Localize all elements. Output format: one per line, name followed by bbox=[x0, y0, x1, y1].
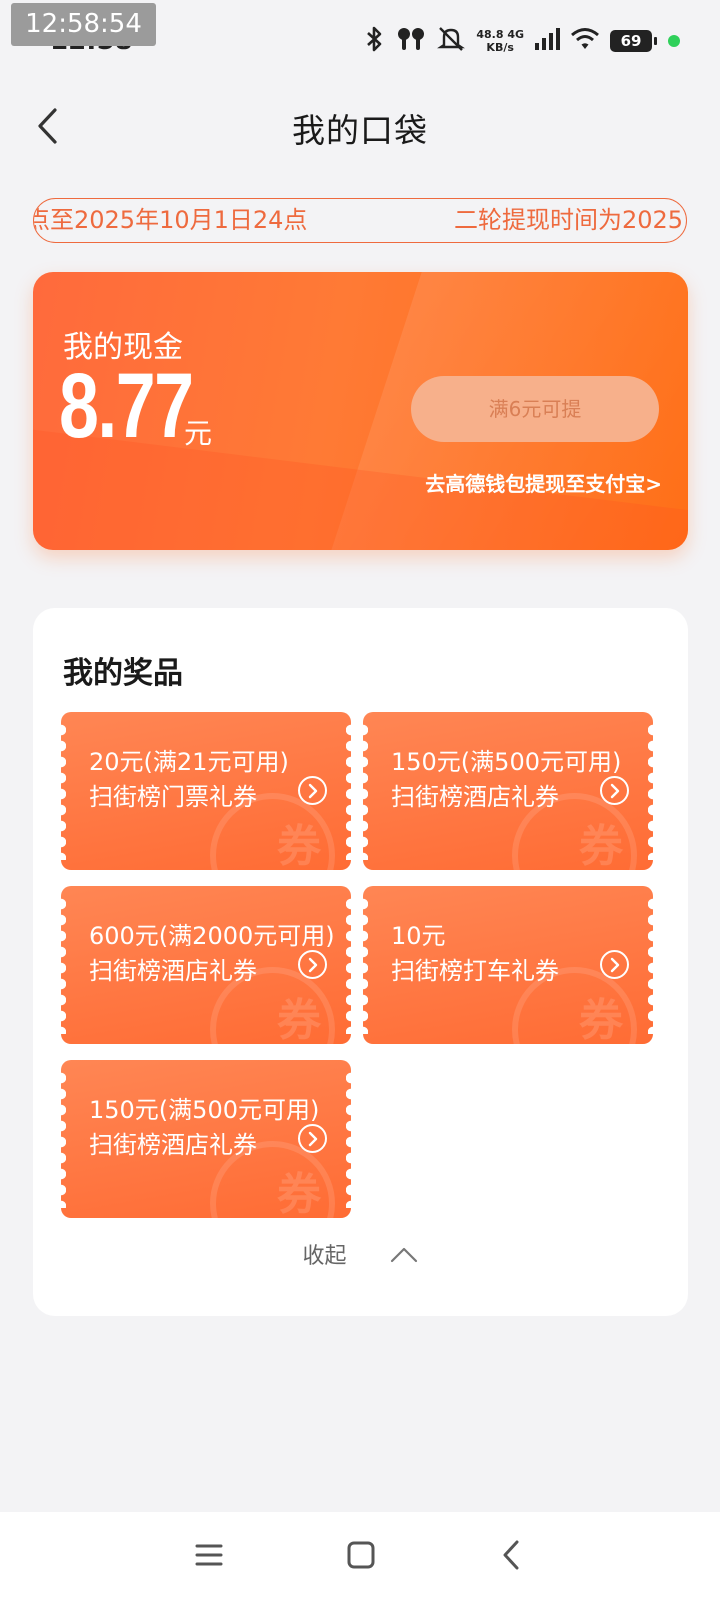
coupon-card[interactable]: 券 150元(满500元可用) 扫街榜酒店礼券 bbox=[61, 1060, 351, 1218]
system-back-button[interactable] bbox=[486, 1530, 536, 1580]
coupon-name: 扫街榜酒店礼券 bbox=[391, 783, 559, 811]
notice-marquee: 点至2025年10月1日24点 二轮提现时间为2025 bbox=[33, 198, 687, 243]
status-icons: 48.8 4G KB/s 69 bbox=[364, 24, 680, 58]
battery-icon: 69 bbox=[610, 30, 657, 52]
coupon-amount: 20元(满21元可用) bbox=[89, 748, 289, 776]
menu-icon bbox=[195, 1544, 223, 1566]
chevron-right-circle-icon[interactable] bbox=[298, 1124, 327, 1153]
notice-text-2: 二轮提现时间为2025 bbox=[454, 206, 684, 234]
chevron-left-icon bbox=[503, 1540, 519, 1570]
coupon-card[interactable]: 券 10元 扫街榜打车礼券 bbox=[363, 886, 653, 1044]
wallet-link[interactable]: 去高德钱包提现至支付宝> bbox=[425, 468, 662, 497]
home-button[interactable] bbox=[336, 1530, 386, 1580]
status-bar: 12:58 12:58:54 48.8 4G KB/s 69 bbox=[0, 0, 720, 82]
coupon-watermark: 券 bbox=[277, 995, 321, 1044]
signal-icon bbox=[534, 27, 560, 55]
coupon-name: 扫街榜打车礼券 bbox=[391, 957, 559, 985]
header: 我的口袋 bbox=[0, 90, 720, 162]
prizes-title: 我的奖品 bbox=[63, 656, 183, 691]
cash-amount: 8.77 bbox=[59, 355, 194, 457]
notice-text-1: 点至2025年10月1日24点 bbox=[33, 206, 308, 234]
coupon-card[interactable]: 券 600元(满2000元可用) 扫街榜酒店礼券 bbox=[61, 886, 351, 1044]
chevron-right-circle-icon[interactable] bbox=[600, 776, 629, 805]
cash-card: 我的现金 8.77 元 满6元可提 去高德钱包提现至支付宝> bbox=[33, 272, 688, 550]
coupon-card[interactable]: 券 20元(满21元可用) 扫街榜门票礼券 bbox=[61, 712, 351, 870]
coupon-amount: 150元(满500元可用) bbox=[391, 748, 622, 776]
coupon-card[interactable]: 券 150元(满500元可用) 扫街榜酒店礼券 bbox=[363, 712, 653, 870]
coupon-name: 扫街榜酒店礼券 bbox=[89, 957, 257, 985]
system-nav-bar bbox=[0, 1512, 720, 1600]
square-icon bbox=[347, 1541, 375, 1569]
chevron-right-circle-icon[interactable] bbox=[298, 776, 327, 805]
coupon-name: 扫街榜门票礼券 bbox=[89, 783, 257, 811]
prizes-panel: 我的奖品 券 20元(满21元可用) 扫街榜门票礼券 券 150元(满500元可… bbox=[33, 608, 688, 1316]
mute-icon bbox=[436, 25, 466, 57]
coupon-watermark: 券 bbox=[277, 821, 321, 870]
network-speed: 48.8 4G KB/s bbox=[476, 28, 524, 54]
collapse-button[interactable]: 收起 bbox=[33, 1238, 688, 1270]
coupon-amount: 150元(满500元可用) bbox=[89, 1096, 320, 1124]
coupon-amount: 600元(满2000元可用) bbox=[89, 922, 335, 950]
privacy-dot-icon bbox=[668, 35, 680, 47]
chevron-up-icon bbox=[390, 1247, 417, 1263]
withdraw-button[interactable]: 满6元可提 bbox=[411, 376, 659, 442]
chevron-right-circle-icon[interactable] bbox=[600, 950, 629, 979]
bluetooth-icon bbox=[364, 25, 386, 57]
earbuds-icon bbox=[396, 25, 426, 57]
clock-overlay: 12:58:54 bbox=[11, 3, 156, 46]
coupon-name: 扫街榜酒店礼券 bbox=[89, 1131, 257, 1159]
cash-unit: 元 bbox=[184, 417, 213, 450]
collapse-label: 收起 bbox=[302, 1244, 347, 1269]
page-title: 我的口袋 bbox=[292, 111, 428, 150]
coupon-watermark: 券 bbox=[579, 821, 623, 870]
chevron-right-circle-icon[interactable] bbox=[298, 950, 327, 979]
recents-button[interactable] bbox=[184, 1530, 234, 1580]
wifi-icon bbox=[570, 27, 600, 55]
coupon-amount: 10元 bbox=[391, 922, 446, 950]
coupon-watermark: 券 bbox=[579, 995, 623, 1044]
coupon-watermark: 券 bbox=[277, 1169, 321, 1218]
